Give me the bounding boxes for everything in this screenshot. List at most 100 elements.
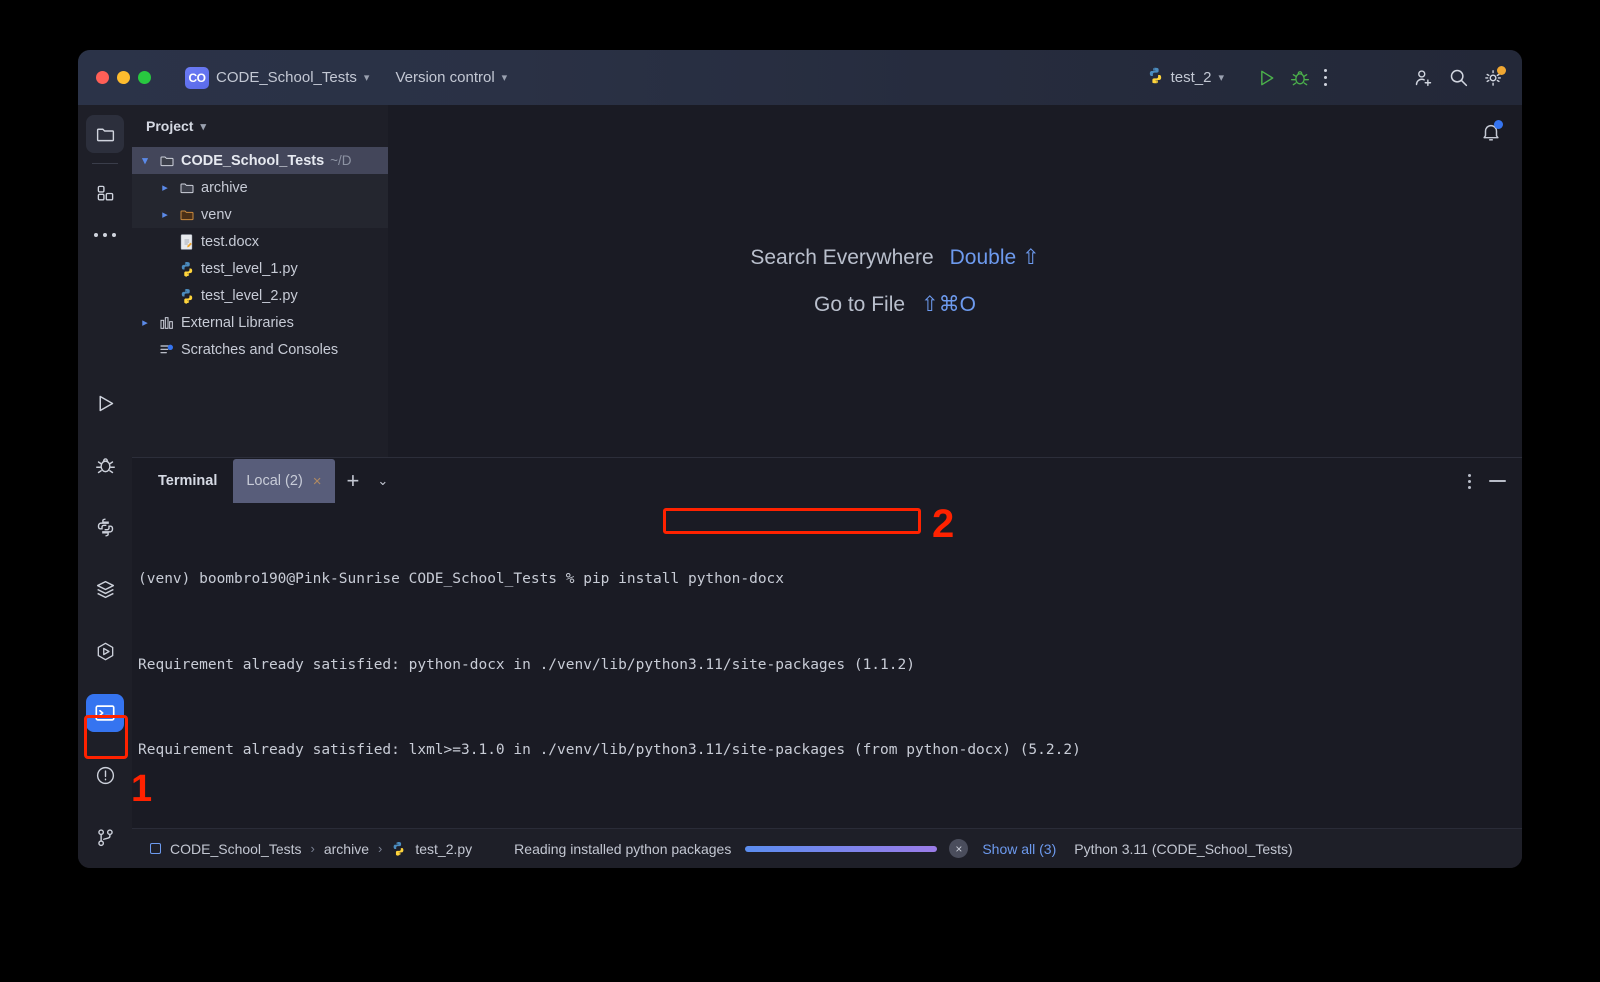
status-bar: CODE_School_Tests › archive › test_2.py …: [132, 828, 1522, 868]
tree-item-archive[interactable]: ▸ archive: [132, 174, 388, 201]
tree-item-scratches-consoles[interactable]: Scratches and Consoles: [132, 336, 388, 363]
status-message: Reading installed python packages: [514, 840, 732, 857]
close-window-button[interactable]: [96, 71, 109, 84]
breadcrumb-item-file[interactable]: test_2.py: [415, 841, 472, 857]
run-anything-icon[interactable]: [86, 632, 124, 670]
cancel-progress-button[interactable]: ×: [949, 839, 969, 858]
title-bar: CO CODE_School_Tests ▾ Version control ▾…: [78, 50, 1522, 105]
tree-item-label: archive: [201, 179, 248, 196]
project-folder-icon[interactable]: [86, 115, 124, 153]
tree-item-path: ~/D: [330, 153, 352, 168]
collapse-arrow-icon[interactable]: ▸: [158, 208, 172, 221]
add-user-icon[interactable]: [1413, 67, 1434, 88]
more-tools-icon[interactable]: [86, 216, 124, 254]
search-icon[interactable]: [1448, 67, 1469, 88]
folder-icon: [178, 179, 195, 196]
more-options-icon[interactable]: [1468, 473, 1471, 489]
collapse-arrow-icon[interactable]: ▸: [138, 316, 152, 329]
expand-arrow-icon[interactable]: ▾: [138, 154, 152, 167]
hint-action-label: Go to File: [814, 293, 906, 316]
run-configuration-selector[interactable]: test_2 ▾: [1141, 63, 1230, 92]
chevron-down-icon[interactable]: ⌄: [371, 473, 394, 489]
show-all-background-tasks-link[interactable]: Show all (3): [982, 841, 1056, 857]
tree-item-test-docx[interactable]: test.docx: [132, 228, 388, 255]
breadcrumb: CODE_School_Tests › archive › test_2.py: [150, 841, 472, 857]
project-selector[interactable]: CO CODE_School_Tests ▾: [179, 63, 375, 93]
version-control-menu[interactable]: Version control ▾: [389, 65, 513, 90]
terminal-line: Requirement already satisfied: python-do…: [138, 651, 1522, 680]
window-controls[interactable]: [96, 71, 151, 84]
python-file-icon: [391, 841, 406, 856]
tree-item-label: test_level_2.py: [201, 287, 298, 304]
terminal-panel-title: Terminal: [158, 473, 218, 489]
tree-item-label: External Libraries: [181, 314, 294, 331]
debug-icon[interactable]: [1290, 68, 1310, 88]
upper-area: Project ▾ ▾ CODE_School_Tests ~/D ▸ arch…: [132, 105, 1522, 457]
maximize-window-button[interactable]: [138, 71, 151, 84]
terminal-line: Requirement already satisfied: lxml>=3.1…: [138, 736, 1522, 765]
close-icon[interactable]: ×: [313, 473, 322, 490]
debug-tool-icon[interactable]: [86, 446, 124, 484]
terminal-tab-local[interactable]: Local (2) ×: [233, 459, 335, 503]
breadcrumb-separator: ›: [310, 841, 315, 856]
hint-go-to-file: Go to File ⇧⌘O: [814, 292, 976, 317]
terminal-icon[interactable]: [86, 694, 124, 732]
content-column: Project ▾ ▾ CODE_School_Tests ~/D ▸ arch…: [132, 105, 1522, 868]
terminal-line: (venv) boombro190@Pink-Sunrise CODE_Scho…: [138, 565, 1522, 594]
tree-item-label: test_level_1.py: [201, 260, 298, 277]
settings-badge-dot: [1497, 66, 1506, 75]
tree-item-label: venv: [201, 206, 232, 223]
services-icon[interactable]: [86, 570, 124, 608]
scratches-icon: [158, 341, 175, 358]
python-file-icon: [178, 287, 195, 304]
hint-shortcut-label: ⇧⌘O: [921, 293, 976, 316]
hint-action-label: Search Everywhere: [750, 246, 934, 269]
minimize-window-button[interactable]: [117, 71, 130, 84]
folder-venv-icon: [178, 206, 195, 223]
tree-item-test-level-2[interactable]: test_level_2.py: [132, 282, 388, 309]
tree-item-label: CODE_School_Tests: [181, 152, 325, 169]
annotation-number-2: 2: [932, 504, 955, 546]
run-icon[interactable]: [1256, 68, 1276, 88]
version-control-tool-icon[interactable]: [86, 818, 124, 856]
terminal-tool-window: Terminal Local (2) × + ⌄ (venv) boombro1…: [132, 457, 1522, 828]
breadcrumb-item-folder[interactable]: archive: [324, 841, 369, 857]
tree-item-external-libraries[interactable]: ▸ External Libraries: [132, 309, 388, 336]
annotation-box-2: [663, 508, 921, 534]
run-tool-icon[interactable]: [86, 384, 124, 422]
collapse-arrow-icon[interactable]: ▸: [158, 181, 172, 194]
project-panel-header[interactable]: Project ▾: [132, 105, 388, 147]
terminal-text: Requirement already satisfied: python-do…: [138, 656, 915, 673]
chevron-down-icon: ▾: [1218, 72, 1224, 84]
project-name-label: CODE_School_Tests: [216, 69, 357, 86]
titlebar-actions: test_2 ▾: [1141, 63, 1522, 92]
more-options-icon[interactable]: [1324, 69, 1327, 86]
plugins-icon[interactable]: [86, 174, 124, 212]
hint-search-everywhere: Search Everywhere Double ⇧: [750, 245, 1039, 270]
progress-bar: [745, 845, 938, 852]
project-tree: ▾ CODE_School_Tests ~/D ▸ archive ▸ venv…: [132, 147, 388, 363]
interpreter-selector[interactable]: Python 3.11 (CODE_School_Tests): [1074, 841, 1292, 857]
notification-badge-dot: [1494, 120, 1503, 129]
breadcrumb-separator: ›: [378, 841, 383, 856]
version-control-label: Version control: [395, 69, 495, 86]
problems-icon[interactable]: [86, 756, 124, 794]
terminal-output[interactable]: (venv) boombro190@Pink-Sunrise CODE_Scho…: [132, 504, 1522, 828]
chevron-down-icon: ▾: [200, 120, 206, 133]
project-panel-title: Project: [146, 118, 194, 134]
tool-window-rail: 1: [78, 105, 152, 868]
minimize-tool-window-icon[interactable]: [1489, 479, 1506, 483]
terminal-tab-bar: Terminal Local (2) × + ⌄: [132, 458, 1522, 504]
window-body: 1 Project ▾ ▾ CODE_School_Tests ~/D ▸ ar…: [78, 105, 1522, 868]
settings-icon[interactable]: [1483, 66, 1506, 88]
ide-window: CO CODE_School_Tests ▾ Version control ▾…: [78, 50, 1522, 868]
terminal-text: Requirement already satisfied: lxml>=3.1…: [138, 742, 1081, 758]
breadcrumb-item-project[interactable]: CODE_School_Tests: [170, 841, 302, 857]
tree-item-venv[interactable]: ▸ venv: [132, 201, 388, 228]
new-terminal-tab-button[interactable]: +: [337, 468, 370, 494]
terminal-tab-label: Local (2): [246, 473, 303, 489]
python-packages-icon[interactable]: [86, 508, 124, 546]
tree-item-code-school-tests[interactable]: ▾ CODE_School_Tests ~/D: [132, 147, 388, 174]
tree-item-label: test.docx: [201, 233, 260, 250]
tree-item-test-level-1[interactable]: test_level_1.py: [132, 255, 388, 282]
